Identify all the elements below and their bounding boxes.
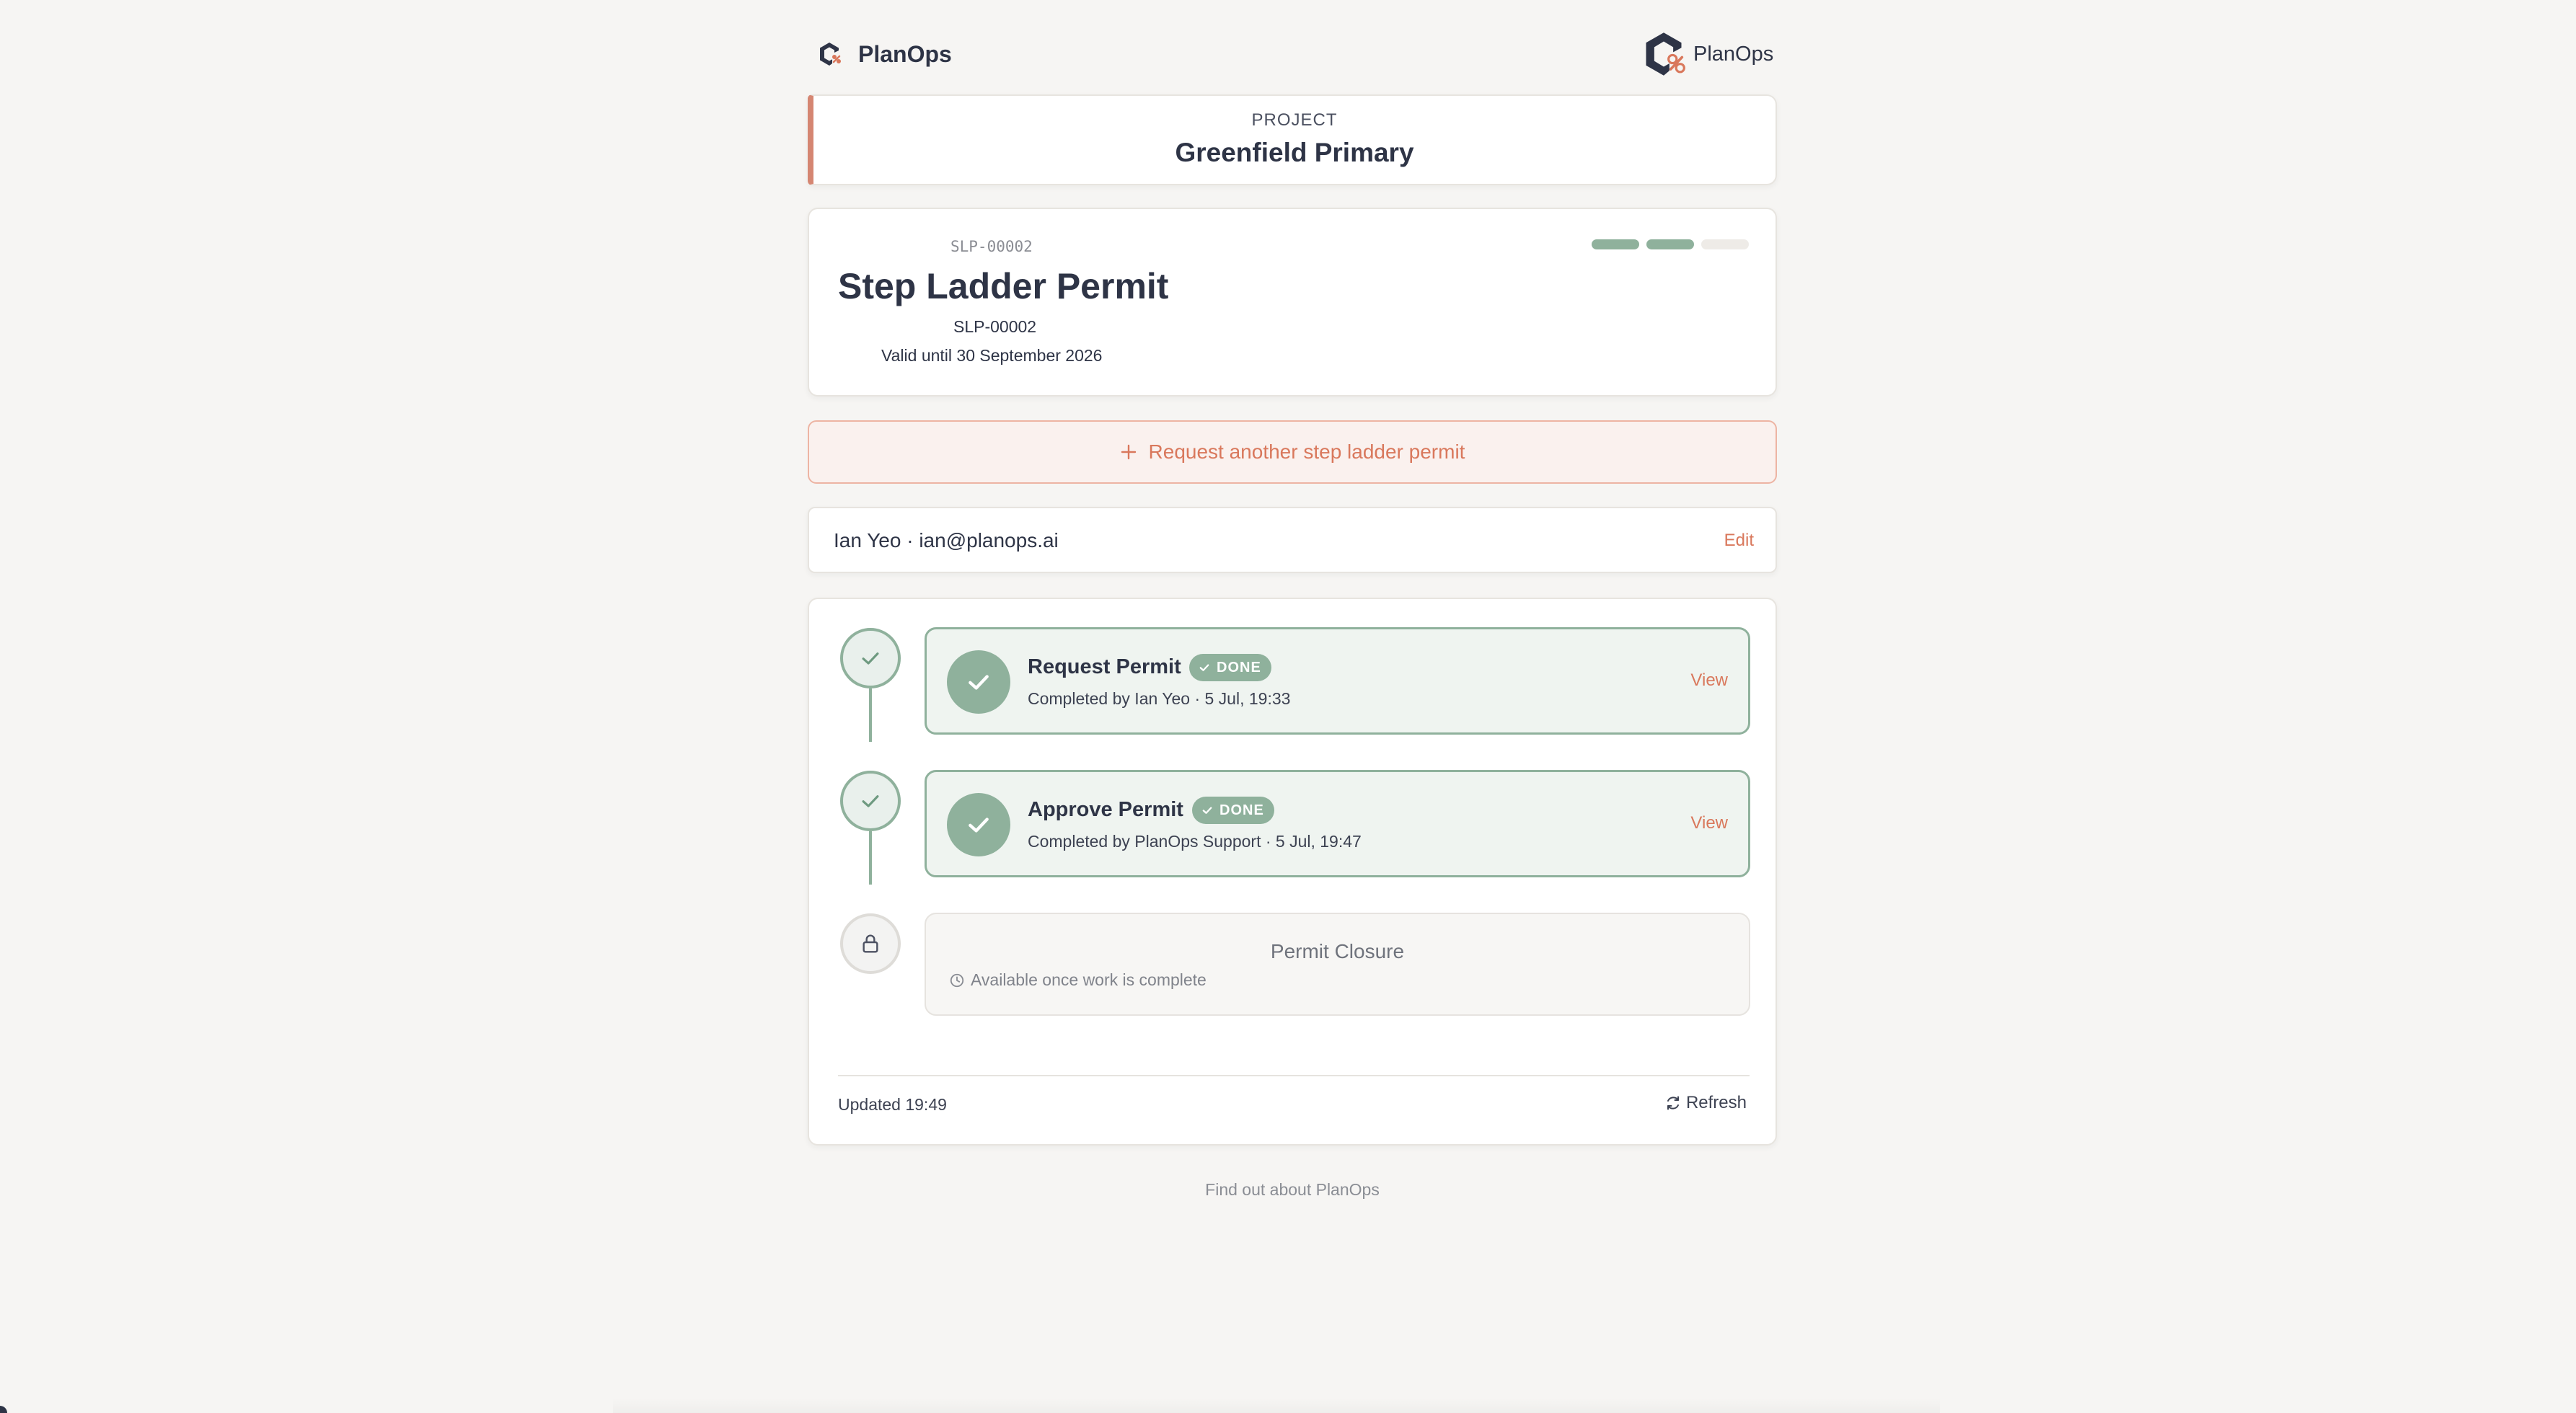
clock-icon: [949, 973, 965, 988]
corner-mark: [0, 1406, 7, 1413]
status-badge-label: DONE: [1219, 802, 1264, 818]
step-card-permit-closure: Permit Closure Available once work is co…: [925, 913, 1750, 1016]
step-meta: Completed by PlanOps Support · 5 Jul, 19…: [1028, 832, 1362, 851]
refresh-label: Refresh: [1685, 1093, 1747, 1112]
step-meta: Completed by Ian Yeo · 5 Jul, 19:33: [1028, 689, 1291, 708]
brand-right-name: PlanOps: [1693, 42, 1774, 66]
page: PlanOps PlanOps PROJECT Greenfield Prima…: [0, 0, 2576, 1413]
permit-progress: [1592, 239, 1750, 249]
view-approve-permit-button[interactable]: View: [1690, 813, 1728, 833]
step-card-request-permit: Request Permit DONE Completed by Ian Yeo…: [925, 627, 1750, 735]
project-card: PROJECT Greenfield Primary: [808, 94, 1777, 185]
timeline-connector-1: [869, 688, 872, 742]
permit-code-mono: SLP-00002: [950, 238, 1033, 255]
request-another-label: Request another step ladder permit: [1148, 440, 1465, 463]
check-icon: [858, 646, 883, 670]
brand-right[interactable]: PlanOps: [1638, 29, 1773, 79]
brand-left-name: PlanOps: [858, 40, 952, 67]
check-icon: [969, 675, 989, 690]
step-title: Request Permit: [1028, 655, 1181, 678]
planops-logo-icon: [1638, 29, 1689, 79]
check-icon: [1199, 664, 1209, 671]
status-badge: DONE: [1189, 654, 1271, 681]
about-link[interactable]: Find out about PlanOps: [808, 1180, 1777, 1200]
lock-icon: [859, 932, 882, 955]
status-badge-label: DONE: [1217, 659, 1261, 676]
step-title: Permit Closure: [1270, 940, 1405, 962]
step-node-closure: [840, 913, 901, 974]
progress-segment-1: [1592, 239, 1639, 249]
brand-left[interactable]: PlanOps: [815, 37, 952, 71]
step-complete-icon: [947, 793, 1010, 856]
step-card-approve-permit: Approve Permit DONE Completed by PlanOps…: [925, 770, 1750, 877]
steps-card: Request Permit DONE Completed by Ian Yeo…: [808, 598, 1777, 1146]
permit-code: SLP-00002: [953, 317, 1037, 336]
permit-title: Step Ladder Permit: [838, 266, 1169, 306]
edit-user-button[interactable]: Edit: [1724, 531, 1754, 551]
progress-segment-3: [1701, 239, 1749, 249]
view-request-permit-button[interactable]: View: [1690, 670, 1728, 691]
check-icon: [969, 818, 989, 833]
user-card: Ian Yeo · ian@planops.ai Edit: [808, 507, 1777, 573]
refresh-button[interactable]: Refresh: [1664, 1093, 1747, 1113]
step-node-request: [840, 628, 901, 688]
step-complete-icon: [947, 650, 1010, 714]
project-name: Greenfield Primary: [1175, 138, 1414, 167]
plus-icon: [1120, 443, 1137, 461]
user-identity: Ian Yeo · ian@planops.ai: [834, 529, 1059, 552]
step-meta: Available once work is complete: [971, 970, 1207, 989]
updated-time: Updated 19:49: [838, 1095, 947, 1114]
step-availability: Available once work is complete: [949, 970, 1207, 990]
bottom-shadow: [613, 1399, 1940, 1413]
timeline-connector-2: [869, 831, 872, 885]
planops-logo-icon: [815, 40, 844, 68]
step-title: Approve Permit: [1028, 798, 1183, 821]
refresh-icon: [1664, 1094, 1682, 1112]
project-label: PROJECT: [1251, 110, 1338, 130]
check-icon: [858, 789, 883, 813]
permit-card: SLP-00002 Step Ladder Permit SLP-00002 V…: [808, 208, 1777, 397]
permit-validity: Valid until 30 September 2026: [881, 346, 1103, 365]
status-badge: DONE: [1192, 797, 1274, 824]
check-icon: [1202, 807, 1212, 814]
divider: [838, 1075, 1750, 1076]
step-node-approve: [840, 771, 901, 831]
request-another-button[interactable]: Request another step ladder permit: [808, 420, 1777, 484]
progress-segment-2: [1646, 239, 1694, 249]
